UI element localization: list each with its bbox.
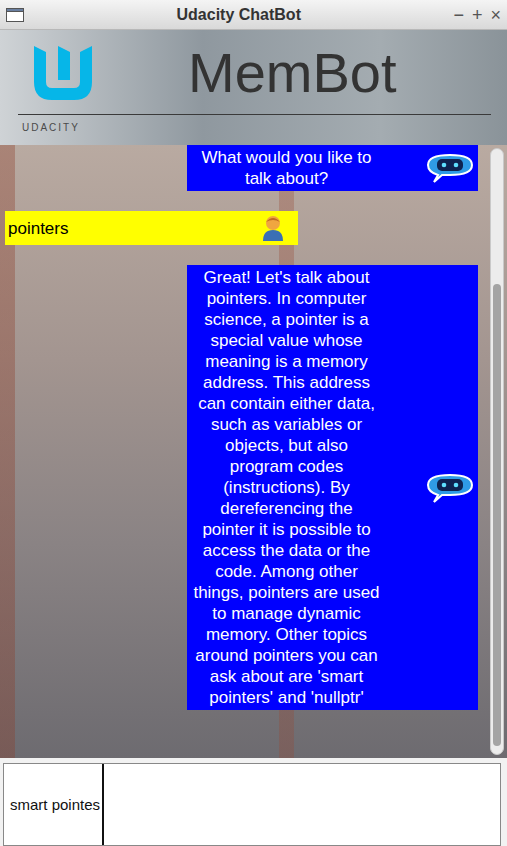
bot-avatar-icon — [426, 152, 474, 184]
logo-caption: UDACITY — [18, 122, 491, 133]
message-input[interactable]: smart pointes — [3, 763, 501, 846]
scrollbar[interactable] — [490, 148, 504, 755]
user-avatar-icon — [262, 214, 284, 242]
message-text: pointers — [8, 218, 68, 239]
message-text: What would you like to talk about? — [193, 147, 380, 189]
window-controls: −+ × — [453, 6, 501, 24]
bot-avatar-icon — [426, 472, 474, 504]
udacity-logo-icon — [28, 42, 98, 104]
input-text: smart pointes — [10, 796, 100, 813]
header-divider — [18, 114, 491, 115]
window-title: Udacity ChatBot — [24, 6, 453, 24]
chatbot-window: Udacity ChatBot−+ × MemBot UDACITY What woul… — [0, 0, 507, 846]
text-caret — [102, 764, 104, 845]
title-bar: Udacity ChatBot−+ × — [0, 0, 507, 30]
app-title: MemBot — [188, 45, 397, 101]
window-icon — [6, 8, 24, 22]
message-text: Great! Let's talk about pointers. In com… — [193, 267, 380, 708]
window-control-button[interactable]: + — [472, 6, 483, 24]
user-message: pointers — [5, 211, 298, 245]
window-control-button[interactable]: × — [490, 6, 501, 24]
bot-message: What would you like to talk about? — [187, 145, 478, 191]
window-control-button[interactable]: − — [453, 6, 464, 24]
message-list: What would you like to talk about? pointe… — [0, 145, 490, 758]
scrollbar-thumb[interactable] — [493, 284, 501, 747]
chat-panel: What would you like to talk about? pointe… — [0, 145, 507, 758]
bot-message: Great! Let's talk about pointers. In com… — [187, 265, 478, 710]
input-area: smart pointes — [0, 758, 507, 846]
header: MemBot UDACITY — [0, 30, 507, 145]
